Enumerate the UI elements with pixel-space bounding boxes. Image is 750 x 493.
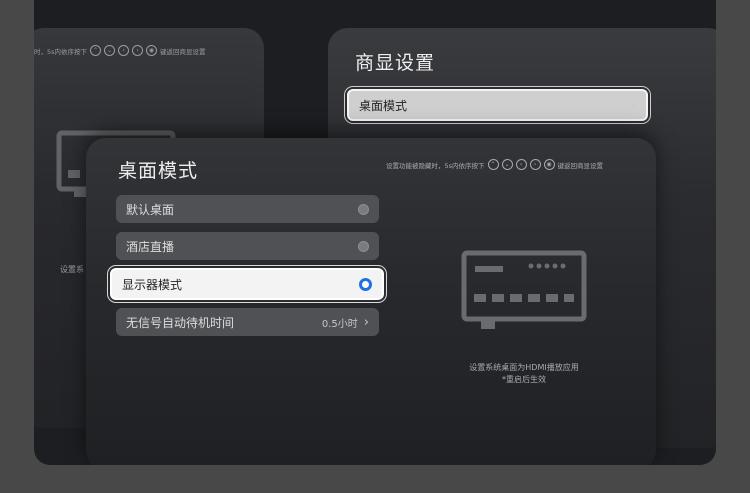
radio-on-icon xyxy=(359,277,372,291)
desktop-mode-title: 桌面模式 xyxy=(118,160,199,182)
hint-end: 键返回商显设置 xyxy=(160,47,206,56)
ok-icon: ◉ xyxy=(543,159,555,170)
desktop-mode-panel: 桌面模式 设置功能被隐藏时，5s内依序按下 ⌃ ⌄ ‹ › ◉ 键返回商显设置 … xyxy=(86,138,656,465)
radio-off-icon xyxy=(358,203,369,215)
option-no-signal-standby[interactable]: 无信号自动待机时间 0.5小时 › xyxy=(116,308,379,336)
hint-end: 键返回商显设置 xyxy=(557,161,604,170)
caption-line-2: *重启后生效 xyxy=(502,375,546,384)
option-default-desktop[interactable]: 默认桌面 xyxy=(116,195,379,223)
hint-text: 设置功能被隐藏时，5s内依序按下 xyxy=(386,161,485,170)
down-icon: ⌄ xyxy=(501,159,513,170)
option-label: 显示器模式 xyxy=(122,277,183,292)
standby-time-value: 0.5小时 xyxy=(321,318,358,330)
up-icon: ⌃ xyxy=(90,45,102,56)
up-icon: ⌃ xyxy=(487,159,499,170)
back-left-hint: 时，5s内依序按下 ⌃ ⌄ ‹ › ◉ 键返回商显设置 xyxy=(34,45,206,56)
front-hint: 设置功能被隐藏时，5s内依序按下 ⌃ ⌄ ‹ › ◉ 键返回商显设置 xyxy=(386,159,603,170)
ok-icon: ◉ xyxy=(146,45,158,56)
option-monitor-mode[interactable]: 显示器模式 xyxy=(110,268,384,300)
caption-line-1: 设置系统桌面为HDMI播放应用 xyxy=(469,363,579,372)
tv-display-icon xyxy=(461,250,587,329)
left-icon: ‹ xyxy=(515,159,527,170)
option-label: 默认桌面 xyxy=(126,202,175,217)
hint-text: 时，5s内依序按下 xyxy=(34,47,88,56)
down-icon: ⌄ xyxy=(104,45,116,56)
right-icon: › xyxy=(132,45,144,56)
option-label: 无信号自动待机时间 xyxy=(126,315,235,330)
back-left-caption: 设置系 xyxy=(60,265,84,274)
right-icon: › xyxy=(529,159,541,170)
left-icon: ‹ xyxy=(118,45,130,56)
commercial-settings-title: 商显设置 xyxy=(355,52,436,74)
radio-off-icon xyxy=(358,240,369,252)
settings-screen: 时，5s内依序按下 ⌃ ⌄ ‹ › ◉ 键返回商显设置 设置系 商显设置 桌面模… xyxy=(34,0,716,465)
option-label: 酒店直播 xyxy=(126,239,175,254)
desktop-caption: 设置系统桌面为HDMI播放应用 *重启后生效 xyxy=(456,362,592,386)
chevron-right-icon: › xyxy=(630,97,636,113)
option-hotel-live[interactable]: 酒店直播 xyxy=(116,232,379,260)
menu-item-label: 桌面模式 xyxy=(359,98,408,113)
menu-item-desktop-mode[interactable]: 桌面模式 › xyxy=(347,89,648,121)
chevron-right-icon: › xyxy=(363,314,369,330)
